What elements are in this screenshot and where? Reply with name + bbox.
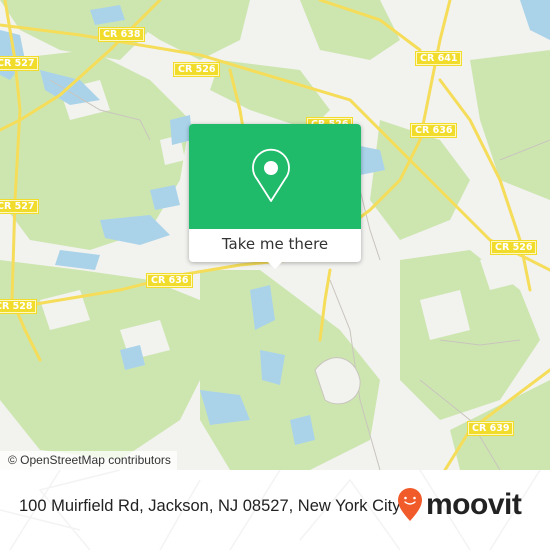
popup-header	[189, 124, 361, 229]
brand-name: moovit	[426, 488, 522, 521]
popup-pointer	[266, 260, 284, 269]
address-text: 100 Muirfield Rd, Jackson, NJ 08527, New…	[19, 497, 401, 515]
map-attribution[interactable]: © OpenStreetMap contributors	[0, 451, 177, 470]
road-shield: CR 527	[0, 199, 40, 214]
road-shield: CR 636	[146, 273, 194, 288]
map[interactable]: CR 638 CR 527 CR 526 CR 641 CR 636 CR 52…	[0, 0, 550, 470]
moovit-logo: moovit	[396, 488, 522, 522]
road-shield: CR 526	[490, 240, 538, 255]
road-shield: CR 636	[410, 123, 458, 138]
road-shield: CR 638	[98, 27, 146, 42]
road-shield: CR 527	[0, 56, 40, 71]
footer: 100 Muirfield Rd, Jackson, NJ 08527, New…	[0, 470, 550, 550]
take-me-there-popup[interactable]: Take me there	[189, 124, 361, 269]
road-shield: CR 528	[0, 299, 38, 314]
road-shield: CR 639	[467, 421, 515, 436]
road-shield: CR 641	[415, 51, 463, 66]
road-shield: CR 526	[173, 62, 221, 77]
take-me-there-button[interactable]: Take me there	[189, 229, 361, 262]
location-pin-icon	[252, 148, 290, 202]
moovit-pin-icon	[398, 488, 422, 521]
